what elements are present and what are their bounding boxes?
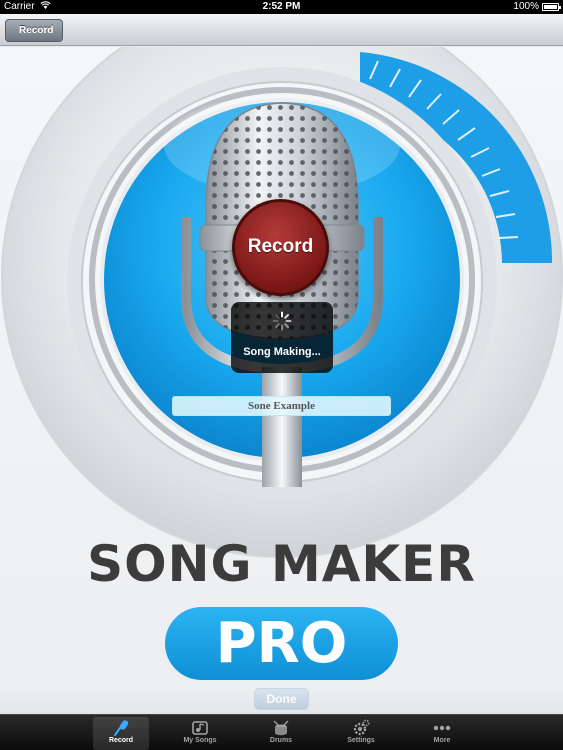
battery-icon [542, 3, 561, 11]
tab-record-label: Record [108, 737, 134, 744]
pro-badge: PRO [165, 607, 398, 680]
back-button[interactable]: Record [5, 19, 64, 42]
tab-more[interactable]: More [414, 717, 470, 750]
done-button[interactable]: Done [254, 688, 309, 710]
progress-hud: Song Making... [231, 302, 333, 373]
tab-settings[interactable]: Settings [333, 717, 389, 750]
music-folder-icon [172, 717, 228, 737]
more-dots-icon [414, 717, 470, 737]
progress-message: Song Making... [243, 346, 321, 358]
gear-icon [333, 717, 389, 737]
record-button[interactable]: Record [232, 199, 329, 296]
tab-record[interactable]: Record [93, 717, 149, 750]
microphone-icon [93, 717, 149, 737]
pro-label: PRO [215, 611, 348, 676]
activity-spinner-icon [272, 311, 292, 331]
navigation-bar: Record [0, 14, 563, 46]
song-name-field[interactable]: Sone Example [172, 396, 391, 416]
bottom-toolbar: Done [0, 684, 563, 714]
tab-settings-label: Settings [347, 737, 375, 744]
main-artwork: Record Song Making... Sone Example SONG … [0, 47, 563, 684]
clock: 2:52 PM [262, 1, 301, 12]
tab-more-label: More [433, 737, 451, 744]
tab-drums-label: Drums [269, 737, 293, 744]
tab-my-songs[interactable]: My Songs [172, 717, 228, 750]
app-title: SONG MAKER [87, 535, 476, 593]
tab-drums[interactable]: Drums [253, 717, 309, 750]
drum-icon [253, 717, 309, 737]
tab-my-songs-label: My Songs [183, 737, 217, 744]
status-bar: Carrier 2:52 PM 100% [0, 0, 563, 14]
battery-percent: 100% [513, 1, 539, 12]
tab-bar: Record My Songs Drums Settings More [0, 714, 563, 750]
